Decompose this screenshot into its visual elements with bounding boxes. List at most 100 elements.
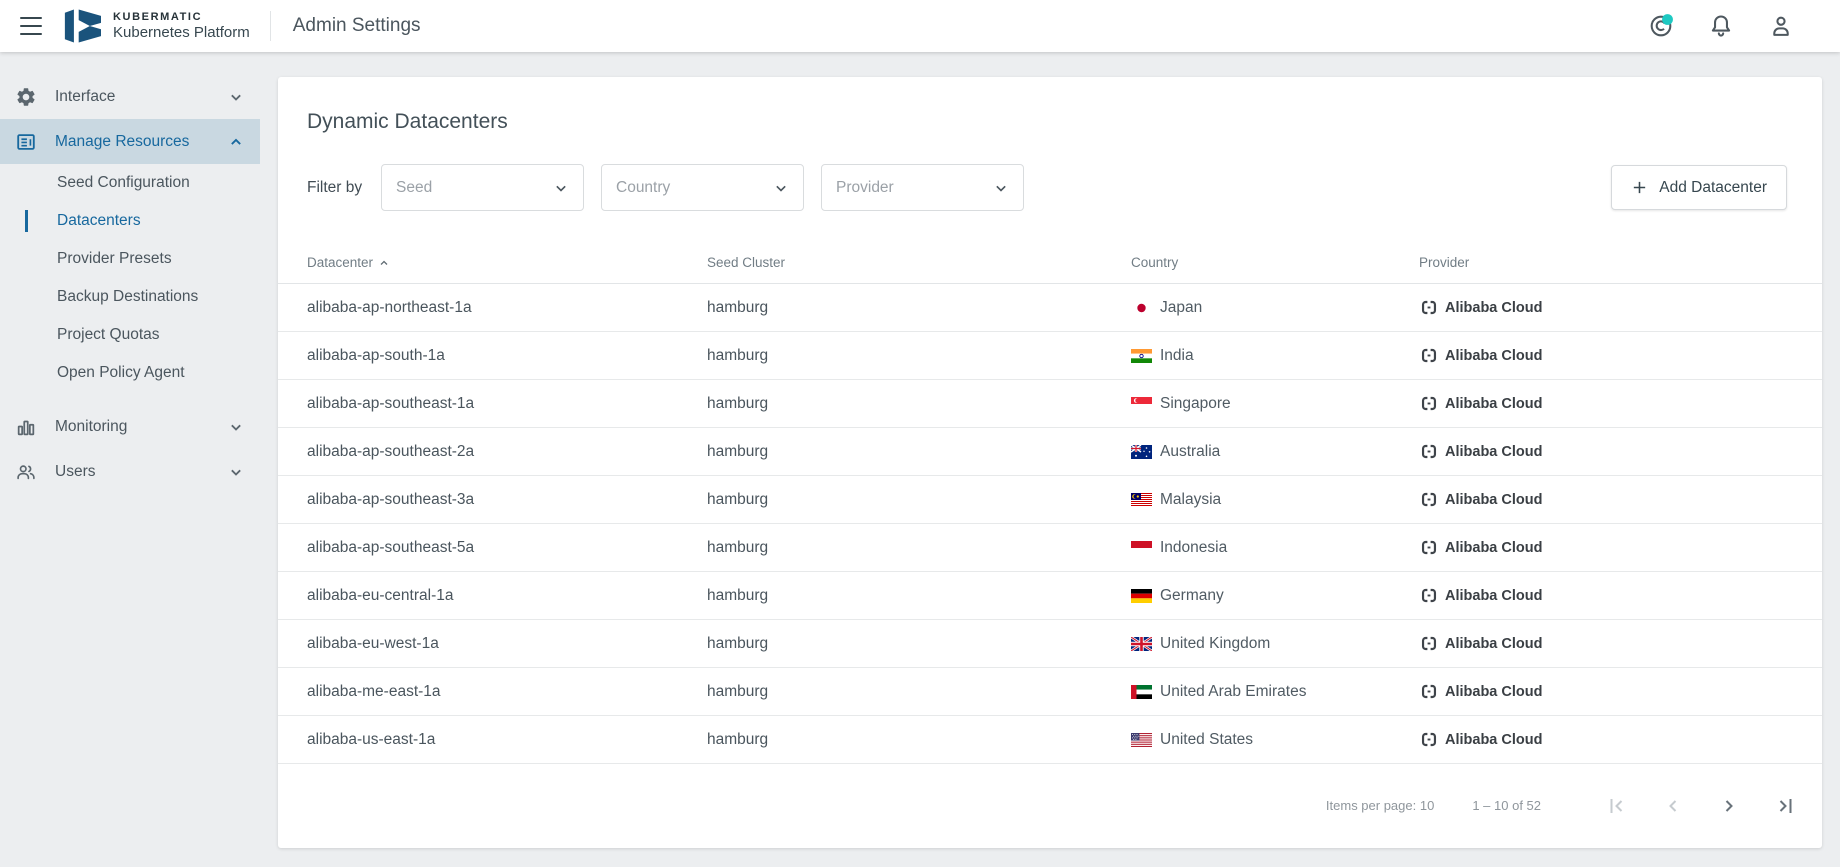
brand-subtitle: Kubernetes Platform [113, 24, 250, 41]
column-header-provider[interactable]: Provider [1419, 255, 1793, 270]
sidebar-item-users[interactable]: Users [0, 449, 260, 494]
sub-item-label: Provider Presets [57, 250, 172, 268]
sub-item-label: Backup Destinations [57, 288, 198, 306]
seed-cell: hamburg [707, 491, 1131, 509]
country-cell: United Arab Emirates [1160, 683, 1306, 701]
datacenter-cell: alibaba-ap-northeast-1a [307, 299, 707, 317]
seed-cell: hamburg [707, 443, 1131, 461]
user-profile-icon[interactable] [1768, 13, 1794, 39]
flag-united-states-icon [1131, 733, 1152, 747]
provider-cell: Alibaba Cloud [1419, 731, 1793, 748]
datacenter-cell: alibaba-eu-central-1a [307, 587, 707, 605]
sidebar-item-project-quotas[interactable]: Project Quotas [0, 316, 260, 354]
seed-cell: hamburg [707, 347, 1131, 365]
menu-hamburger-icon[interactable] [18, 16, 44, 36]
flag-malaysia-icon [1131, 493, 1152, 507]
seed-cell: hamburg [707, 683, 1131, 701]
kubermatic-logo-icon [64, 9, 104, 43]
datacenter-cell: alibaba-ap-southeast-3a [307, 491, 707, 509]
column-label: Seed Cluster [707, 255, 785, 270]
plus-icon [1631, 179, 1648, 196]
datacenter-cell: alibaba-ap-southeast-2a [307, 443, 707, 461]
provider-cell: Alibaba Cloud [1419, 491, 1793, 508]
sidebar-item-seed-configuration[interactable]: Seed Configuration [0, 164, 260, 202]
sidebar-item-interface[interactable]: Interface [0, 74, 260, 119]
sidebar-item-label: Interface [55, 88, 115, 106]
table-row[interactable]: alibaba-ap-southeast-2a hamburg Australi… [278, 428, 1822, 476]
notifications-bell-icon[interactable] [1708, 13, 1734, 39]
add-datacenter-label: Add Datacenter [1659, 179, 1767, 197]
column-header-seed-cluster[interactable]: Seed Cluster [707, 255, 1131, 270]
column-label: Provider [1419, 255, 1469, 270]
alibaba-cloud-icon [1419, 491, 1439, 508]
datacenter-cell: alibaba-ap-southeast-5a [307, 539, 707, 557]
datacenter-cell: alibaba-ap-south-1a [307, 347, 707, 365]
sidebar-item-open-policy-agent[interactable]: Open Policy Agent [0, 354, 260, 392]
country-cell: India [1160, 347, 1194, 365]
sidebar-item-label: Manage Resources [55, 133, 189, 151]
table-row[interactable]: alibaba-me-east-1a hamburg United Arab E… [278, 668, 1822, 716]
changelog-icon[interactable] [1648, 13, 1674, 39]
alibaba-cloud-icon [1419, 731, 1439, 748]
sidebar-item-backup-destinations[interactable]: Backup Destinations [0, 278, 260, 316]
flag-singapore-icon [1131, 397, 1152, 411]
card-title: Dynamic Datacenters [307, 110, 1793, 134]
table-row[interactable]: alibaba-eu-central-1a hamburg Germany Al… [278, 572, 1822, 620]
provider-filter-select[interactable]: Provider [821, 164, 1024, 211]
table-row[interactable]: alibaba-eu-west-1a hamburg United Kingdo… [278, 620, 1822, 668]
datacenter-cell: alibaba-us-east-1a [307, 731, 707, 749]
flag-japan-icon [1131, 301, 1152, 315]
column-header-datacenter[interactable]: Datacenter [307, 255, 707, 270]
table-row[interactable]: alibaba-ap-south-1a hamburg India Alibab… [278, 332, 1822, 380]
provider-cell: Alibaba Cloud [1419, 299, 1793, 316]
seed-cell: hamburg [707, 539, 1131, 557]
chevron-down-icon [226, 417, 246, 437]
provider-cell: Alibaba Cloud [1419, 395, 1793, 412]
column-header-country[interactable]: Country [1131, 255, 1419, 270]
table-row[interactable]: alibaba-ap-southeast-1a hamburg Singapor… [278, 380, 1822, 428]
page-range-label: 1 – 10 of 52 [1472, 798, 1541, 813]
header-actions [1648, 13, 1840, 39]
resources-icon [15, 131, 37, 153]
table-row[interactable]: alibaba-ap-northeast-1a hamburg Japan Al… [278, 284, 1822, 332]
sidebar-item-monitoring[interactable]: Monitoring [0, 404, 260, 449]
sidebar-item-manage-resources[interactable]: Manage Resources [0, 119, 260, 164]
column-label: Country [1131, 255, 1178, 270]
seed-cell: hamburg [707, 395, 1131, 413]
alibaba-cloud-icon [1419, 539, 1439, 556]
sub-item-label: Seed Configuration [57, 174, 190, 192]
notification-badge [1662, 14, 1673, 25]
previous-page-button[interactable] [1661, 794, 1685, 818]
page-title: Admin Settings [293, 15, 421, 37]
alibaba-cloud-icon [1419, 443, 1439, 460]
seed-cell: hamburg [707, 299, 1131, 317]
first-page-button[interactable] [1605, 794, 1629, 818]
provider-cell: Alibaba Cloud [1419, 683, 1793, 700]
country-filter-select[interactable]: Country [601, 164, 804, 211]
filter-bar: Filter by Seed Country Provider Add Data… [278, 164, 1822, 211]
chevron-down-icon [991, 178, 1011, 198]
last-page-button[interactable] [1773, 794, 1797, 818]
sidebar-item-datacenters[interactable]: Datacenters [0, 202, 260, 240]
provider-cell: Alibaba Cloud [1419, 443, 1793, 460]
country-cell: Germany [1160, 587, 1224, 605]
seed-filter-select[interactable]: Seed [381, 164, 584, 211]
kubermatic-logo[interactable]: KUBERMATIC Kubernetes Platform [64, 9, 250, 43]
alibaba-cloud-icon [1419, 587, 1439, 604]
table-row[interactable]: alibaba-ap-southeast-5a hamburg Indonesi… [278, 524, 1822, 572]
chevron-down-icon [226, 462, 246, 482]
add-datacenter-button[interactable]: Add Datacenter [1611, 165, 1787, 210]
table-row[interactable]: alibaba-ap-southeast-3a hamburg Malaysia… [278, 476, 1822, 524]
items-per-page-label: Items per page: [1326, 798, 1416, 813]
provider-cell: Alibaba Cloud [1419, 635, 1793, 652]
datacenter-cell: alibaba-eu-west-1a [307, 635, 707, 653]
filter-by-label: Filter by [307, 179, 364, 197]
table-row[interactable]: alibaba-us-east-1a hamburg United States… [278, 716, 1822, 764]
next-page-button[interactable] [1717, 794, 1741, 818]
seed-filter-placeholder: Seed [396, 179, 551, 197]
country-cell: Malaysia [1160, 491, 1221, 509]
sidebar-item-provider-presets[interactable]: Provider Presets [0, 240, 260, 278]
provider-cell: Alibaba Cloud [1419, 587, 1793, 604]
items-per-page-value[interactable]: 10 [1420, 798, 1434, 813]
bar-chart-icon [15, 416, 37, 438]
